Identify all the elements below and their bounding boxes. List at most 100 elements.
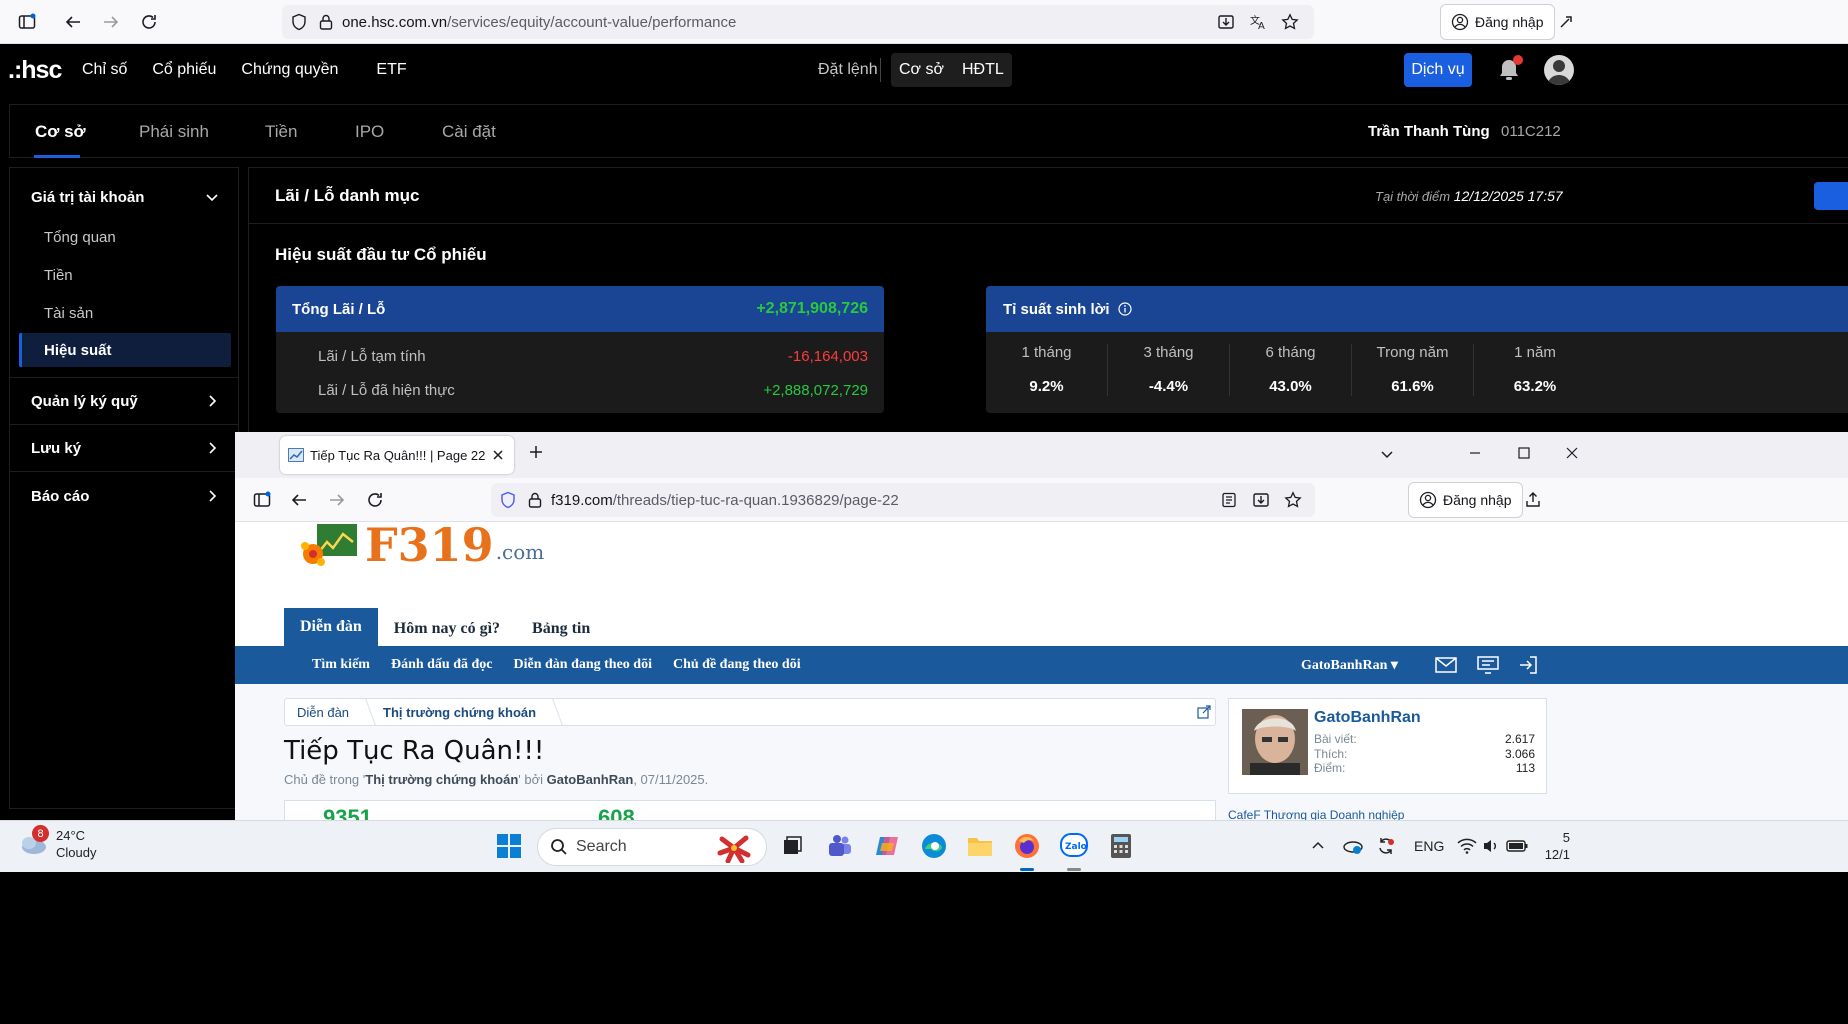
- thread-author-link[interactable]: GatoBanhRan: [547, 772, 634, 787]
- edge-icon[interactable]: [919, 831, 949, 861]
- tab-ipo[interactable]: IPO: [355, 122, 384, 142]
- menu-co-phieu[interactable]: Cổ phiếu: [152, 61, 216, 79]
- windows-start-icon[interactable]: [494, 831, 524, 861]
- bookmark-star-icon[interactable]: [1279, 487, 1307, 513]
- tab-hom-nay[interactable]: Hôm nay có gì?: [378, 610, 516, 648]
- new-tab-icon[interactable]: [528, 444, 544, 460]
- forward-icon[interactable]: [320, 483, 354, 517]
- list-tabs-icon[interactable]: [1379, 446, 1395, 462]
- taskbar-search[interactable]: Search: [537, 828, 767, 866]
- system-clock[interactable]: 5 12/1: [1540, 829, 1570, 863]
- breadcrumb-ttck[interactable]: Thị trường chứng khoán: [371, 705, 548, 720]
- place-order-link[interactable]: Đặt lệnh: [818, 61, 878, 79]
- calculator-icon[interactable]: [1106, 831, 1136, 861]
- weather-widget[interactable]: 8 24°C Cloudy: [18, 825, 96, 861]
- task-view-icon[interactable]: [777, 831, 807, 861]
- language-indicator[interactable]: ENG: [1414, 838, 1444, 854]
- reader-view-icon[interactable]: [1215, 487, 1243, 513]
- logout-icon[interactable]: [1518, 655, 1538, 675]
- tab-cai-dat[interactable]: Cài đặt: [442, 122, 496, 142]
- menu-chung-quyen[interactable]: Chứng quyền: [241, 61, 338, 79]
- shield-icon[interactable]: [499, 491, 517, 509]
- chevron-right-icon[interactable]: [205, 394, 219, 408]
- tab-bang-tin[interactable]: Bảng tin: [516, 610, 606, 648]
- tray-chevron-up-icon[interactable]: [1303, 831, 1333, 861]
- extensions-icon[interactable]: [1550, 5, 1584, 39]
- link-tim-kiem[interactable]: Tìm kiếm: [312, 657, 370, 673]
- user-card-name[interactable]: GatoBanhRan: [1314, 709, 1421, 727]
- switch-hdtl[interactable]: HĐTL: [962, 61, 1004, 79]
- period-3m: 3 tháng -4.4%: [1108, 344, 1230, 396]
- sidebar-item-tai-san[interactable]: Tài sản: [44, 305, 93, 322]
- sidebar-toggle-icon[interactable]: [245, 483, 279, 517]
- tab-tien[interactable]: Tiền: [265, 122, 297, 142]
- account-login-button-2[interactable]: Đăng nhập: [1408, 482, 1523, 518]
- shield-icon[interactable]: [290, 13, 308, 31]
- tab-phai-sinh[interactable]: Phái sinh: [139, 122, 209, 142]
- sidebar-item-hieu-suat[interactable]: Hiệu suất: [19, 333, 231, 367]
- sidebar-item-tien[interactable]: Tiền: [44, 267, 73, 284]
- minimize-icon[interactable]: [1468, 446, 1482, 460]
- close-window-icon[interactable]: [1565, 446, 1579, 460]
- reload-icon[interactable]: [132, 5, 166, 39]
- link-danh-dau[interactable]: Đánh dấu đã đọc: [391, 657, 493, 673]
- account-number[interactable]: 011C212: [1501, 123, 1561, 140]
- onedrive-icon[interactable]: [1337, 831, 1367, 861]
- alerts-icon[interactable]: [1477, 655, 1499, 675]
- inbox-icon[interactable]: [1435, 655, 1457, 675]
- sidebar-margin[interactable]: Quản lý ký quỹ: [31, 393, 138, 410]
- lock-icon[interactable]: [318, 13, 334, 31]
- forum-user-menu[interactable]: GatoBanhRan ▾: [1301, 657, 1398, 674]
- save-to-pocket-icon[interactable]: [1212, 9, 1240, 35]
- thread-forum-link[interactable]: Thị trường chứng khoán: [365, 772, 518, 787]
- chevron-right-icon[interactable]: [205, 441, 219, 455]
- address-bar[interactable]: one.hsc.com.vn/services/equity/account-v…: [282, 5, 1314, 39]
- browser-tab-f319[interactable]: Tiếp Tục Ra Quân!!! | Page 22 | F319: [280, 436, 514, 474]
- close-tab-icon[interactable]: [492, 449, 504, 461]
- lock-icon[interactable]: [527, 491, 543, 509]
- teams-icon[interactable]: [825, 831, 855, 861]
- sidebar-report[interactable]: Báo cáo: [31, 488, 89, 505]
- link-dien-dan-theo-doi[interactable]: Diễn đàn đang theo dõi: [514, 657, 652, 673]
- sidebar-toggle-icon[interactable]: [10, 5, 44, 39]
- sidebar-cafef-link[interactable]: CafeF Thương gia Doanh nghiệp: [1228, 808, 1404, 820]
- info-icon[interactable]: [1117, 302, 1132, 316]
- user-avatar-icon[interactable]: [1544, 55, 1574, 85]
- forward-icon[interactable]: [94, 5, 128, 39]
- battery-icon[interactable]: [1502, 831, 1532, 861]
- chevron-down-icon[interactable]: [205, 190, 219, 204]
- user-avatar[interactable]: [1242, 709, 1308, 775]
- back-icon[interactable]: [282, 483, 316, 517]
- chevron-right-icon[interactable]: [205, 489, 219, 503]
- maximize-icon[interactable]: [1517, 446, 1531, 460]
- tab-dien-dan[interactable]: Diễn đàn: [284, 608, 378, 648]
- refresh-button[interactable]: [1814, 182, 1848, 210]
- menu-etf[interactable]: ETF: [376, 61, 406, 79]
- sync-icon[interactable]: [1371, 831, 1401, 861]
- address-bar-2[interactable]: f319.com/threads/tiep-tuc-ra-quan.193682…: [491, 483, 1315, 517]
- switch-co-so[interactable]: Cơ sở: [899, 61, 944, 79]
- translate-icon[interactable]: 文A: [1244, 9, 1272, 35]
- account-login-button[interactable]: Đăng nhập: [1440, 4, 1555, 40]
- link-chu-de-theo-doi[interactable]: Chủ đề đang theo dõi: [673, 657, 801, 673]
- save-to-pocket-icon[interactable]: [1247, 487, 1275, 513]
- reload-icon[interactable]: [358, 483, 392, 517]
- sidebar-account-value[interactable]: Giá trị tài khoản: [31, 189, 144, 206]
- zalo-icon[interactable]: Zalo: [1059, 831, 1089, 861]
- external-link-icon[interactable]: [1197, 705, 1211, 719]
- breadcrumb-dien-dan[interactable]: Diễn đàn: [285, 705, 361, 720]
- file-explorer-icon[interactable]: [965, 831, 995, 861]
- sidebar-item-tong-quan[interactable]: Tổng quan: [44, 229, 116, 246]
- share-icon[interactable]: [1516, 483, 1550, 517]
- hsc-logo[interactable]: .:hsc: [8, 56, 62, 85]
- f319-logo[interactable]: F319 .com: [299, 522, 544, 568]
- firefox-icon[interactable]: [1012, 831, 1042, 861]
- chart-favicon-icon: [288, 447, 304, 463]
- sidebar-custody[interactable]: Lưu ký: [31, 440, 81, 457]
- menu-chi-so[interactable]: Chỉ số: [82, 61, 127, 79]
- back-icon[interactable]: [56, 5, 90, 39]
- tab-co-so[interactable]: Cơ sở: [35, 122, 86, 142]
- service-button[interactable]: Dịch vụ: [1404, 53, 1472, 87]
- copilot-icon[interactable]: [872, 831, 902, 861]
- bookmark-star-icon[interactable]: [1276, 9, 1304, 35]
